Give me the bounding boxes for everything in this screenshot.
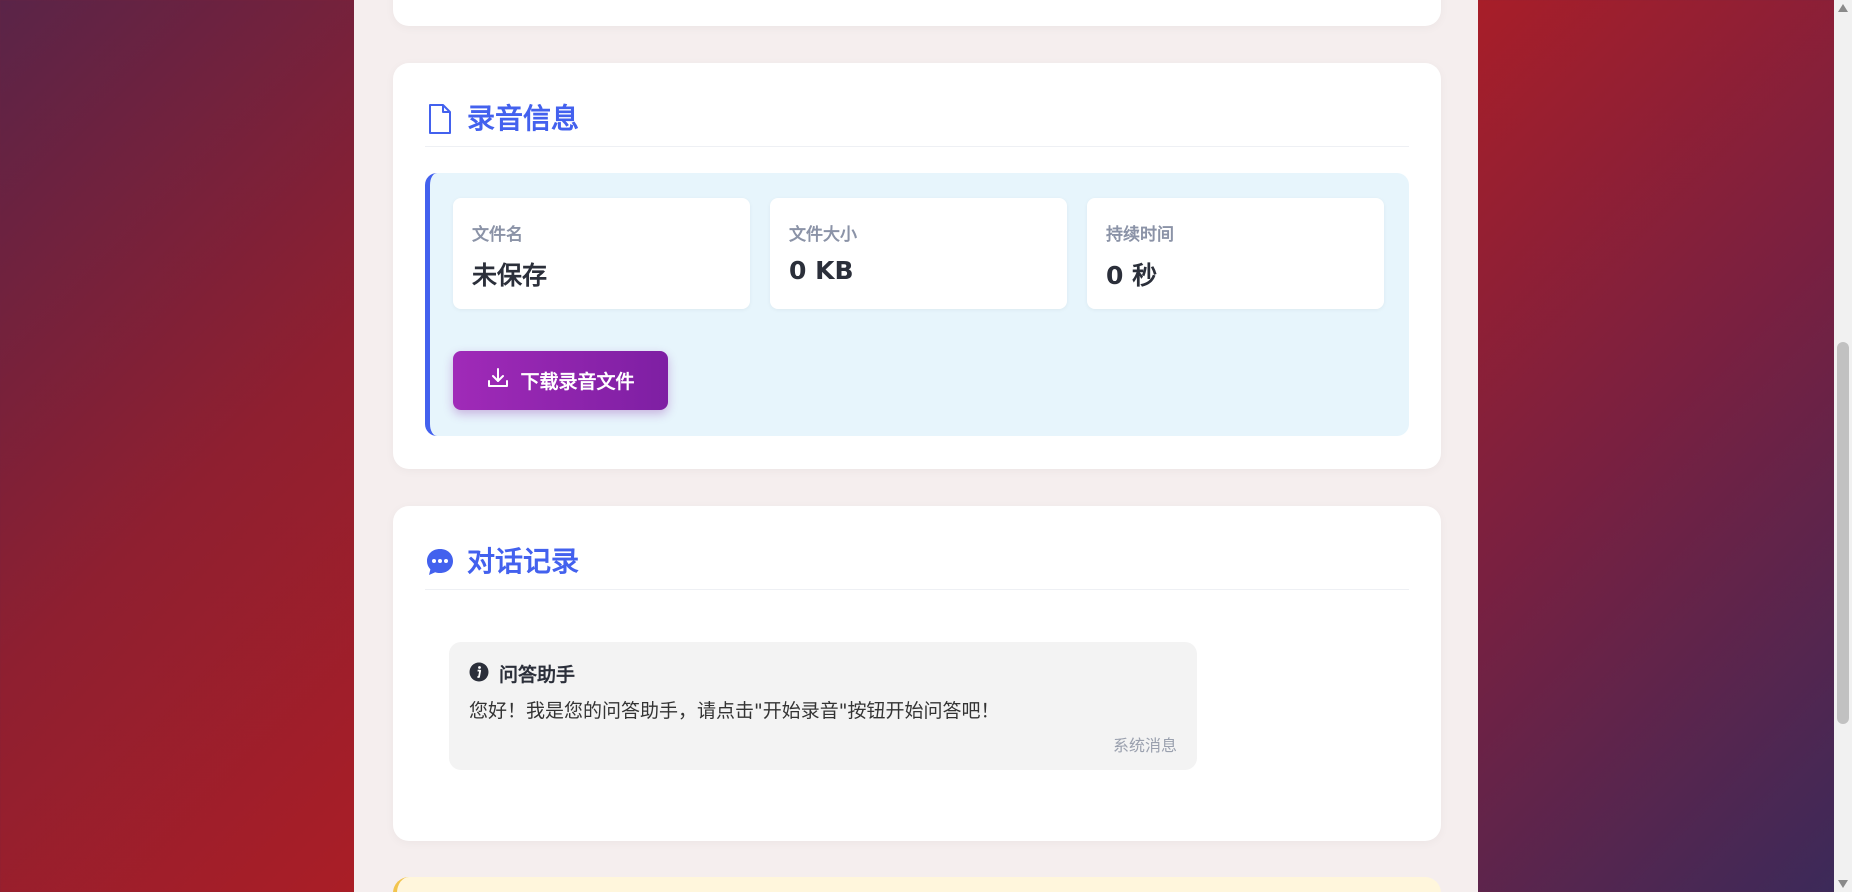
file-icon	[425, 101, 455, 137]
scroll-down-arrow-icon[interactable]	[1838, 880, 1848, 888]
stat-duration: 持续时间 0 秒	[1087, 198, 1384, 309]
stat-filesize: 文件大小 0 KB	[770, 198, 1067, 309]
notice-card	[393, 877, 1441, 892]
stat-value: 0 秒	[1106, 261, 1158, 290]
download-icon	[486, 366, 510, 395]
stat-label: 持续时间	[1106, 225, 1174, 245]
recording-info-panel: 文件名 未保存 文件大小 0 KB 持续时间 0 秒 下载录音文件	[425, 173, 1409, 436]
message-header: 问答助手	[469, 660, 575, 687]
stat-label: 文件名	[472, 225, 523, 245]
stat-value: 未保存	[472, 261, 548, 290]
info-icon	[469, 662, 489, 686]
stat-label: 文件大小	[789, 225, 857, 245]
page-scrollbar[interactable]	[1834, 0, 1852, 892]
chat-bubble-icon	[425, 544, 455, 580]
stat-value: 0 KB	[789, 256, 854, 285]
download-label: 下载录音文件	[520, 371, 635, 393]
message-sender: 问答助手	[499, 664, 576, 686]
main-content: 录音信息 文件名 未保存 文件大小 0 KB 持续时间 0 秒 下载录音文件 对…	[354, 0, 1478, 892]
message-meta: 系统消息	[1112, 736, 1177, 755]
stat-filename: 文件名 未保存	[453, 198, 750, 309]
message-text: 您好！我是您的问答助手，请点击"开始录音"按钮开始问答吧！	[469, 700, 1000, 722]
chat-history-header: 对话记录	[425, 542, 1409, 590]
chat-history-card: 对话记录 问答助手 您好！我是您的问答助手，请点击"开始录音"按钮开始问答吧！ …	[393, 506, 1441, 841]
section-title: 对话记录	[467, 545, 580, 578]
scrollbar-thumb[interactable]	[1837, 342, 1849, 724]
download-recording-button[interactable]: 下载录音文件	[453, 351, 668, 410]
scroll-up-arrow-icon[interactable]	[1838, 4, 1848, 12]
previous-card	[393, 0, 1441, 26]
chat-message: 问答助手 您好！我是您的问答助手，请点击"开始录音"按钮开始问答吧！ 系统消息	[449, 642, 1197, 770]
recording-info-header: 录音信息	[425, 99, 1409, 147]
section-title: 录音信息	[467, 102, 580, 135]
recording-info-card: 录音信息 文件名 未保存 文件大小 0 KB 持续时间 0 秒 下载录音文件	[393, 63, 1441, 469]
